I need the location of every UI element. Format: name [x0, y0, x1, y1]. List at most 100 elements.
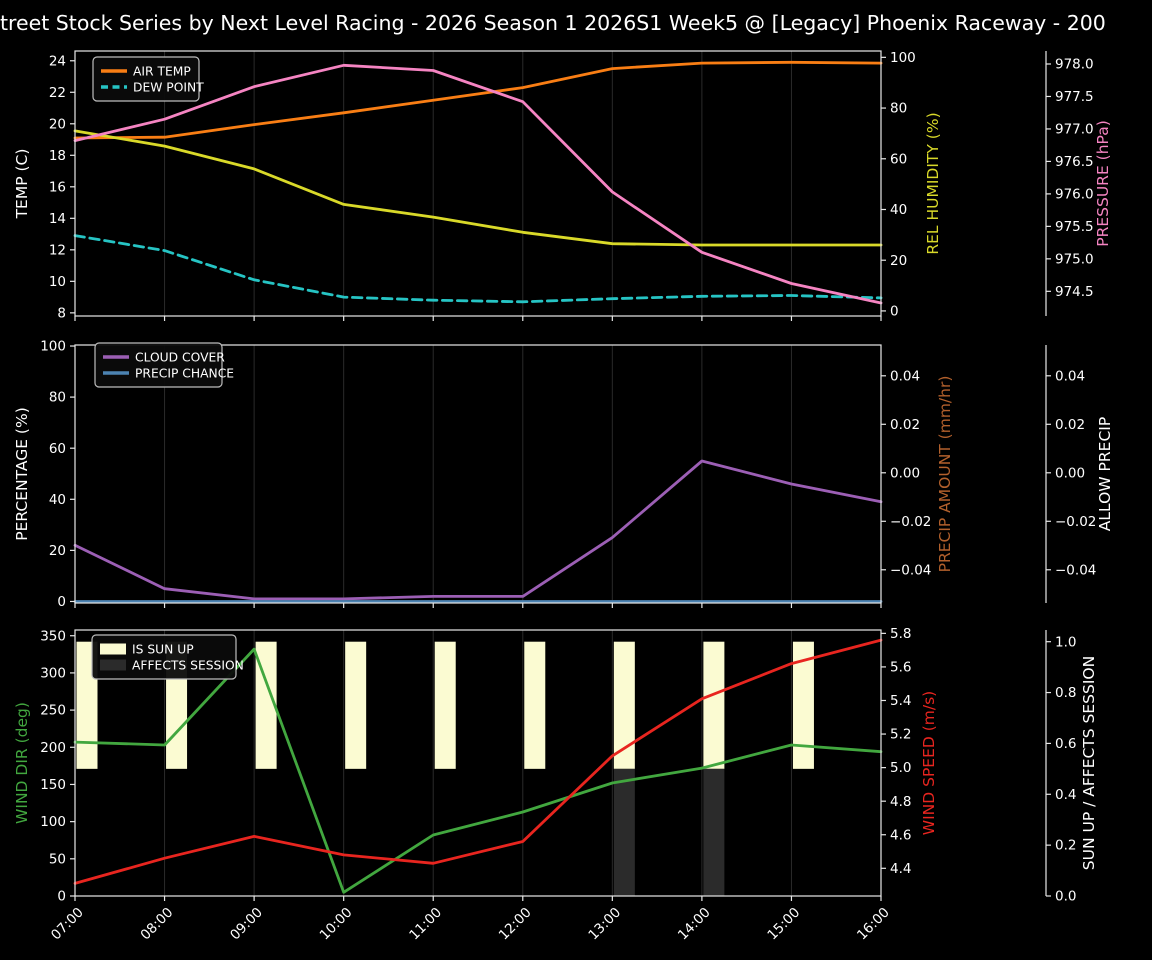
tick-label: 976.0 — [1055, 186, 1094, 202]
axis-allow-precip: −0.04 −0.02 0.00 0.02 0.04 ALLOW PRECIP — [1045, 345, 1114, 603]
tick-label: 0.02 — [1055, 417, 1085, 433]
tick-label: 80 — [49, 390, 66, 406]
tick-label: 12 — [49, 242, 66, 258]
tick-label: 0.6 — [1055, 736, 1076, 752]
tick-label: 250 — [40, 703, 66, 719]
legend-swatch-is-sun-up — [100, 643, 126, 655]
tick-label: 0.02 — [890, 417, 920, 433]
tick-label: 16 — [49, 179, 66, 195]
tick-label: 5.2 — [890, 727, 911, 743]
x-tick-label: 15:00 — [764, 905, 803, 944]
axis-label-percentage-: PERCENTAGE (%) — [13, 407, 31, 541]
legend: IS SUN UP AFFECTS SESSION — [91, 634, 244, 680]
tick-label: 20 — [49, 116, 66, 132]
axis-label-wind-dir-deg-: WIND DIR (deg) — [13, 702, 31, 824]
tick-label: 977.0 — [1055, 122, 1094, 138]
legend-label-affects-session: AFFECTS SESSION — [132, 658, 244, 672]
legend-label-is-sun-up: IS SUN UP — [132, 642, 194, 656]
x-tick-label: 08:00 — [138, 905, 177, 944]
tick-label: 976.5 — [1055, 154, 1094, 170]
legend-swatch-affects-session — [100, 659, 126, 671]
tick-label: 150 — [40, 777, 66, 793]
tick-label: 18 — [49, 148, 66, 164]
bar-is-sun-up — [345, 641, 367, 769]
tick-label: 5.6 — [890, 660, 911, 676]
legend: AIR TEMP DEW POINT — [92, 56, 204, 102]
tick-label: 0.04 — [1055, 368, 1085, 384]
tick-label: 974.5 — [1055, 284, 1094, 300]
axis-label-allow-precip: ALLOW PRECIP — [1096, 417, 1114, 531]
subplot-wind-sun: 050100150200250300350WIND DIR (deg)4.44.… — [13, 626, 1098, 905]
tick-label: 5.0 — [890, 760, 911, 776]
tick-label: 14 — [49, 211, 66, 227]
tick-label: 5.4 — [890, 693, 911, 709]
axis-temp-c-: 8 10 12 14 16 18 20 22 24 TEMP (C) — [13, 53, 75, 321]
tick-label: 8 — [57, 305, 66, 321]
tick-label: 0.04 — [890, 368, 920, 384]
tick-label: 4.8 — [890, 794, 911, 810]
tick-label: 40 — [890, 202, 907, 218]
tick-label: 4.4 — [890, 861, 911, 877]
axis-label-precip-amount-mm-hr-: PRECIP AMOUNT (mm/hr) — [936, 376, 954, 573]
axis-rel-humidity-: 0 20 40 60 80 100 REL HUMIDITY (%) — [881, 50, 942, 320]
axis-wind-dir-deg-: 0 50 100 150 200 250 300 350 WIND DIR (deg) — [13, 628, 75, 905]
tick-label: 4.6 — [890, 827, 911, 843]
x-tick-label: 16:00 — [854, 905, 893, 944]
legend-label-air-temp: AIR TEMP — [133, 64, 191, 78]
legend-label-precip-chance: PRECIP CHANCE — [135, 366, 234, 380]
axis-percentage-: 0 20 40 60 80 100 PERCENTAGE (%) — [13, 339, 75, 610]
x-axis-labels: 07:00 08:00 09:00 10:00 11:00 12:00 13:00 14:00… — [48, 905, 893, 944]
tick-label: 0.2 — [1055, 838, 1076, 854]
tick-label: 978.0 — [1055, 57, 1094, 73]
tick-label: 0 — [890, 304, 899, 320]
legend: CLOUD COVER PRECIP CHANCE — [94, 342, 234, 388]
tick-label: 300 — [40, 666, 66, 682]
tick-label: 975.5 — [1055, 219, 1094, 235]
bar-is-sun-up — [703, 641, 725, 769]
tick-label: 100 — [40, 814, 66, 830]
axis-label-sun-up-affects-session: SUN UP / AFFECTS SESSION — [1080, 656, 1098, 870]
legend-label-dew-point: DEW POINT — [133, 80, 204, 94]
bar-is-sun-up — [434, 641, 456, 769]
tick-label: 20 — [49, 543, 66, 559]
axis-pressure-hpa-: 974.5 975.0 975.5 976.0 976.5 977.0 977.5 978.0… — [1045, 51, 1112, 316]
tick-label: 975.0 — [1055, 251, 1094, 267]
tick-label: 22 — [49, 85, 66, 101]
tick-label: 100 — [890, 50, 916, 66]
tick-label: 0.4 — [1055, 787, 1076, 803]
tick-label: 0.8 — [1055, 685, 1076, 701]
axis-label-wind-speed-m-s-: WIND SPEED (m/s) — [920, 691, 938, 835]
x-tick-label: 12:00 — [496, 905, 535, 944]
series-wind-dir — [73, 647, 883, 894]
tick-label: 977.5 — [1055, 89, 1094, 105]
tick-label: 60 — [890, 151, 907, 167]
tick-label: −0.02 — [1055, 514, 1096, 530]
subplot-cloud-precip: 0 20 40 60 80 100 PERCENTAGE (%) −0.04 −0.02 0.00… — [13, 339, 1114, 610]
tick-label: 0.00 — [1055, 465, 1085, 481]
axis-sun-up-affects-session: 0.0 0.2 0.4 0.6 0.8 1.0SUN UP / AFFECTS SESSI… — [1045, 630, 1098, 905]
x-tick-label: 13:00 — [585, 905, 624, 944]
tick-label: 60 — [49, 441, 66, 457]
tick-label: 1.0 — [1055, 634, 1076, 650]
weather-forecast-figure: 8 10 12 14 16 18 20 22 24 TEMP (C) 0 20 40 60 80 100 REL… — [13, 50, 1114, 944]
tick-label: 50 — [49, 851, 66, 867]
tick-label: 24 — [49, 53, 66, 69]
weather-forecast-window: treet Stock Series by Next Level Racing … — [0, 0, 1152, 960]
axis-label-rel-humidity-: REL HUMIDITY (%) — [924, 112, 942, 254]
x-tick-label: 11:00 — [406, 905, 445, 944]
axis-precip-amount-mm-hr-: −0.04 −0.02 0.00 0.02 0.04 PRECIP AMOUNT (mm/… — [881, 368, 954, 578]
tick-label: 200 — [40, 740, 66, 756]
bar-affects-session — [613, 768, 635, 896]
tick-label: 0.0 — [1055, 889, 1076, 905]
tick-label: 0 — [57, 889, 66, 905]
axis-label-pressure-hpa-: PRESSURE (hPa) — [1094, 120, 1112, 247]
tick-label: −0.04 — [1055, 562, 1096, 578]
axis-label-temp-c-: TEMP (C) — [13, 149, 31, 220]
series-cloud-cover — [73, 459, 883, 601]
legend-label-cloud-cover: CLOUD COVER — [135, 350, 225, 364]
subplot-temperature-humidity-pressure: 8 10 12 14 16 18 20 22 24 TEMP (C) 0 20 40 60 80 100 REL… — [13, 50, 1112, 322]
x-tick-label: 10:00 — [317, 905, 356, 944]
axis-wind-speed-m-s-: 4.4 4.6 4.8 5.0 5.2 5.4 5.6 5.8 WIND SPEED (m/s) — [881, 626, 938, 877]
tick-label: 40 — [49, 492, 66, 508]
tick-label: 5.8 — [890, 626, 911, 642]
